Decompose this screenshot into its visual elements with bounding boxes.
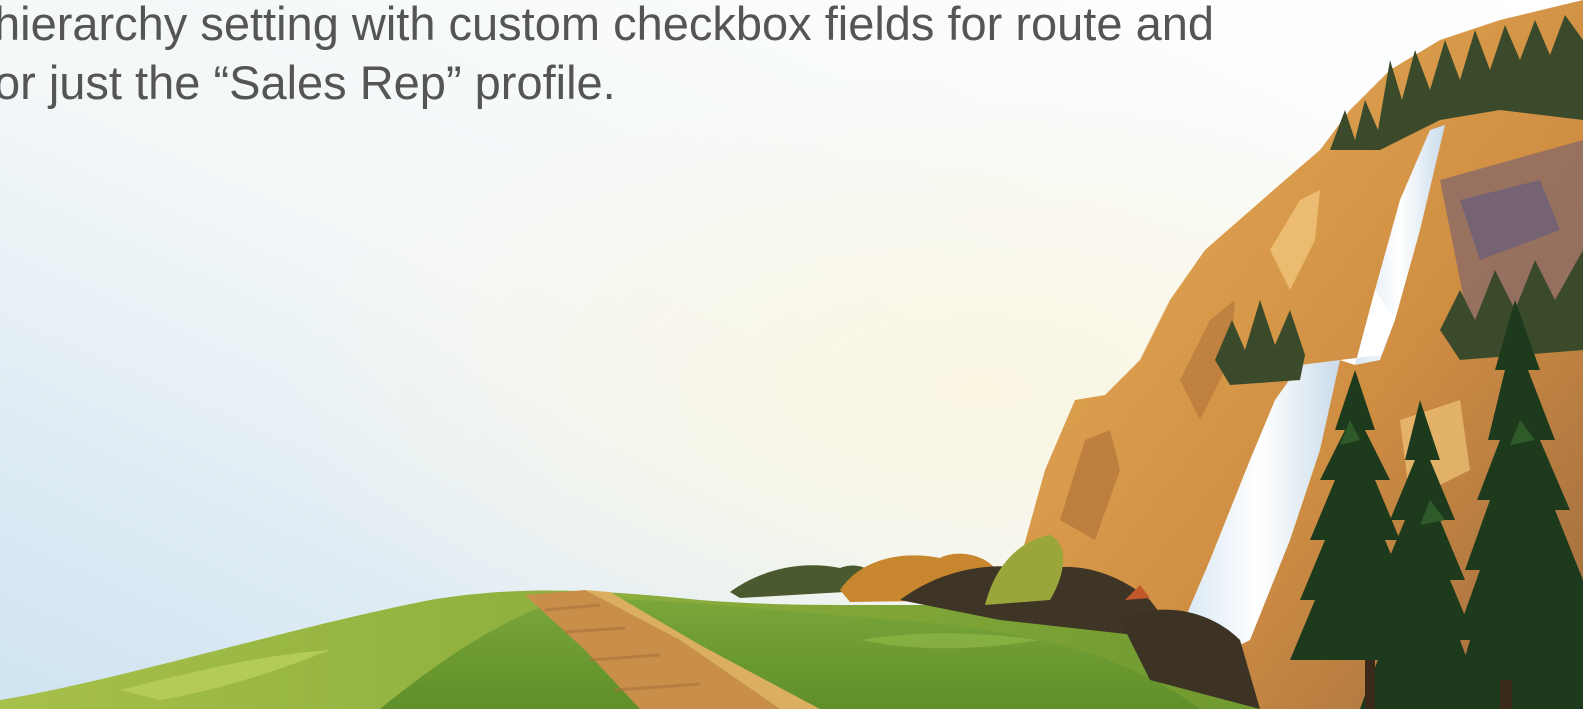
slide: hierarchy setting with custom checkbox f… <box>0 0 1583 709</box>
slide-body-text: hierarchy setting with custom checkbox f… <box>0 0 1214 109</box>
